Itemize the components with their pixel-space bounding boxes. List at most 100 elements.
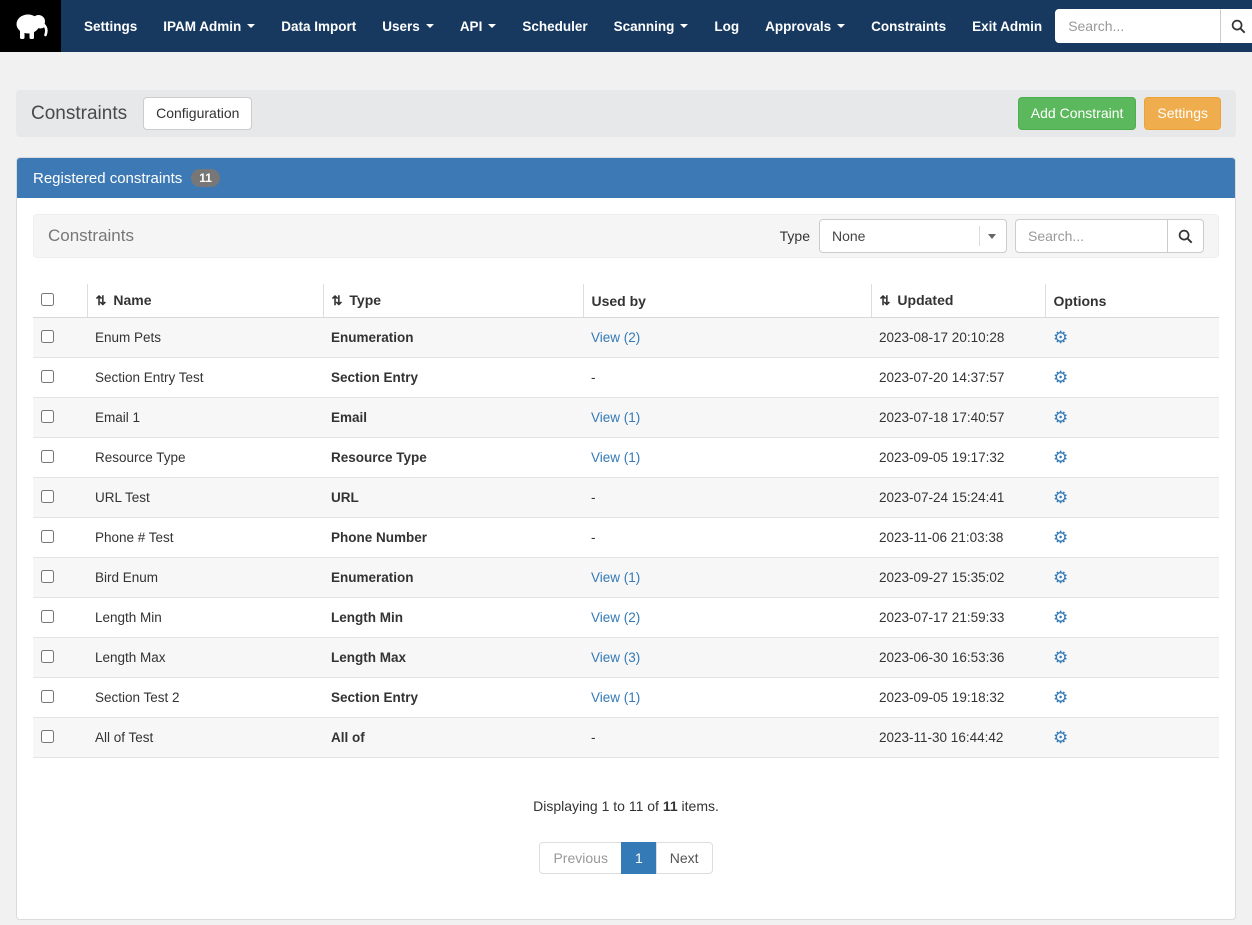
gear-icon[interactable]: ⚙ — [1053, 608, 1068, 627]
used-by-link[interactable]: View (1) — [591, 690, 640, 705]
table-row: URL Test URL - 2023-07-24 15:24:41 ⚙ — [33, 477, 1219, 518]
column-header-name[interactable]: ⇅ Name — [87, 284, 324, 318]
used-by-link[interactable]: View (2) — [591, 610, 640, 625]
constraint-name: Resource Type — [87, 437, 323, 478]
search-icon — [1178, 229, 1193, 243]
chevron-down-icon — [488, 24, 497, 28]
row-checkbox[interactable] — [41, 729, 54, 743]
gear-icon[interactable]: ⚙ — [1053, 728, 1068, 747]
constraint-type: Section Entry — [323, 357, 583, 398]
row-checkbox[interactable] — [41, 569, 54, 583]
used-by-link[interactable]: View (1) — [591, 570, 640, 585]
navbar-search-input[interactable] — [1055, 9, 1221, 43]
row-checkbox[interactable] — [41, 689, 54, 703]
gear-icon[interactable]: ⚙ — [1053, 448, 1068, 467]
table-search-input[interactable] — [1015, 219, 1167, 253]
used-by-link[interactable]: View (1) — [591, 450, 640, 465]
constraint-name: Phone # Test — [87, 517, 323, 558]
row-checkbox[interactable] — [41, 449, 54, 463]
configuration-button[interactable]: Configuration — [143, 96, 253, 131]
add-constraint-button[interactable]: Add Constraint — [1017, 96, 1137, 131]
used-by-link[interactable]: View (3) — [591, 650, 640, 665]
constraint-updated: 2023-06-30 16:53:36 — [871, 637, 1045, 678]
nav-item-data-import[interactable]: Data Import — [268, 0, 369, 52]
nav-item-log[interactable]: Log — [701, 0, 752, 52]
type-filter-label: Type — [779, 228, 810, 244]
gear-icon[interactable]: ⚙ — [1053, 328, 1068, 347]
nav-item-users[interactable]: Users — [369, 0, 447, 52]
constraint-updated: 2023-09-05 19:18:32 — [871, 677, 1045, 718]
row-checkbox[interactable] — [41, 609, 54, 623]
summary-text-after: items. — [677, 798, 719, 814]
table-toolbar: Constraints Type None — [33, 214, 1219, 258]
nav-item-settings[interactable]: Settings — [71, 0, 150, 52]
pagination-previous[interactable]: Previous — [539, 842, 622, 874]
summary-count: 11 — [662, 798, 678, 814]
row-checkbox[interactable] — [41, 649, 54, 663]
type-select[interactable]: None — [819, 219, 1007, 253]
constraint-used-by: View (1) — [583, 557, 871, 598]
constraint-type: Enumeration — [323, 557, 583, 598]
gear-icon[interactable]: ⚙ — [1053, 408, 1068, 427]
constraint-updated: 2023-08-17 20:10:28 — [871, 317, 1045, 358]
constraint-used-by: View (2) — [583, 597, 871, 638]
table-row: Bird Enum Enumeration View (1) 2023-09-27 1… — [33, 557, 1219, 598]
navbar-search-button[interactable] — [1220, 9, 1252, 43]
navbar-right — [1055, 0, 1252, 52]
used-by-empty: - — [591, 730, 596, 745]
chevron-down-icon — [988, 233, 996, 239]
table-row: Resource Type Resource Type View (1) 2023-0… — [33, 437, 1219, 478]
panel-heading: Registered constraints 11 — [17, 158, 1235, 198]
gear-icon[interactable]: ⚙ — [1053, 688, 1068, 707]
constraint-updated: 2023-11-06 21:03:38 — [871, 517, 1045, 558]
nav-item-scanning[interactable]: Scanning — [601, 0, 702, 52]
row-checkbox[interactable] — [41, 489, 54, 503]
constraint-updated: 2023-07-18 17:40:57 — [871, 397, 1045, 438]
settings-button[interactable]: Settings — [1144, 96, 1221, 131]
gear-icon[interactable]: ⚙ — [1053, 488, 1068, 507]
constraint-used-by: - — [583, 477, 871, 518]
pagination-next[interactable]: Next — [655, 842, 713, 874]
row-checkbox[interactable] — [41, 529, 54, 543]
column-header-type[interactable]: ⇅ Type — [323, 284, 584, 318]
sort-icon: ⇅ — [879, 293, 891, 308]
row-checkbox[interactable] — [41, 409, 54, 423]
panel-body: Constraints Type None Search... ⇅ Name ⇅… — [17, 198, 1235, 919]
panel-title: Registered constraints — [33, 169, 183, 187]
nav-item-api[interactable]: API — [447, 0, 510, 52]
column-header-used-by: Used by — [583, 284, 872, 318]
search-icon — [1231, 19, 1246, 33]
gear-icon[interactable]: ⚙ — [1053, 368, 1068, 387]
select-all-checkbox[interactable] — [41, 292, 54, 306]
table-row: Enum Pets Enumeration View (2) 2023-08-17 2… — [33, 317, 1219, 358]
constraint-name: Section Entry Test — [87, 357, 323, 398]
used-by-link[interactable]: View (1) — [591, 410, 640, 425]
column-header-options: Options — [1045, 284, 1219, 318]
nav-item-scheduler[interactable]: Scheduler — [509, 0, 600, 52]
main-nav: Settings IPAM Admin Data Import Users API Sch… — [71, 0, 1055, 52]
gear-icon[interactable]: ⚙ — [1053, 648, 1068, 667]
table-search-button[interactable] — [1167, 219, 1204, 253]
count-badge: 11 — [191, 169, 220, 187]
nav-item-constraints[interactable]: Constraints — [858, 0, 959, 52]
sort-icon: ⇅ — [95, 293, 107, 308]
column-header-updated[interactable]: ⇅ Updated — [871, 284, 1046, 318]
table-row: Length Min Length Min View (2) 2023-07-17 2… — [33, 597, 1219, 638]
nav-item-approvals[interactable]: Approvals — [752, 0, 858, 52]
gear-icon[interactable]: ⚙ — [1053, 568, 1068, 587]
gear-icon[interactable]: ⚙ — [1053, 528, 1068, 547]
used-by-link[interactable]: View (2) — [591, 330, 640, 345]
row-checkbox[interactable] — [41, 369, 54, 383]
nav-item-exit-admin[interactable]: Exit Admin — [959, 0, 1055, 52]
constraint-name: Enum Pets — [87, 317, 323, 358]
constraint-used-by: - — [583, 517, 871, 558]
pagination-page-1[interactable]: 1 — [620, 842, 657, 874]
constraint-type: Length Min — [323, 597, 583, 638]
row-checkbox[interactable] — [41, 329, 54, 343]
app-logo[interactable] — [0, 0, 61, 52]
nav-item-ipam-admin[interactable]: IPAM Admin — [150, 0, 268, 52]
constraint-name: All of Test — [87, 717, 323, 758]
constraints-table-body: Enum Pets Enumeration View (2) 2023-08-17 2… — [33, 317, 1219, 758]
summary-text: Displaying 1 to 11 of — [533, 798, 663, 814]
table-summary: Displaying 1 to 11 of 11 items. — [33, 758, 1219, 814]
